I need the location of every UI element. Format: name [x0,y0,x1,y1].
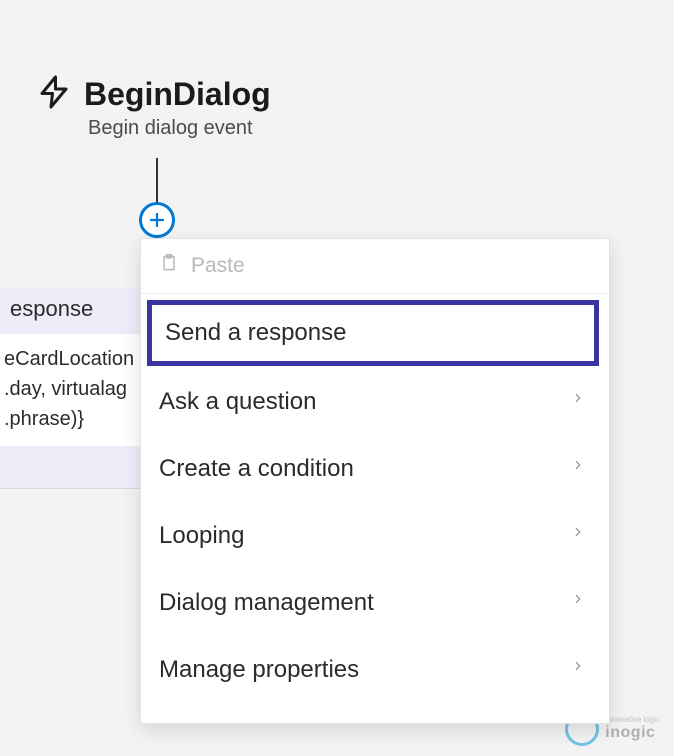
card-body: eCardLocation .day, virtualag .phrase)} [0,334,140,446]
card-header: esponse [10,296,130,322]
trigger-subtitle: Begin dialog event [88,117,271,140]
menu-item-dialog-management[interactable]: Dialog management [141,569,609,636]
chevron-right-icon [571,655,585,684]
action-menu-popup: Paste Send a response Ask a question Creat… [140,238,610,724]
menu-item-looping[interactable]: Looping [141,502,609,569]
menu-item-label: Looping [159,522,244,550]
response-card[interactable]: esponse eCardLocation .day, virtualag .p… [0,288,140,489]
add-node-button[interactable] [139,202,175,238]
menu-item-send-a-response[interactable]: Send a response [147,300,599,366]
paste-menu-item: Paste [141,239,609,294]
menu-item-label: Send a response [165,319,346,347]
menu-item-create-a-condition[interactable]: Create a condition [141,435,609,502]
menu-item-label: Ask a question [159,388,316,416]
paste-label: Paste [191,254,245,278]
trigger-title: BeginDialog [84,76,271,113]
paste-icon [159,253,179,279]
menu-item-label: Create a condition [159,455,354,483]
trigger-block: BeginDialog Begin dialog event [36,74,271,140]
chevron-right-icon [571,521,585,550]
chevron-right-icon [571,387,585,416]
lightning-icon [36,74,72,115]
menu-item-label: Dialog management [159,589,374,617]
chevron-right-icon [571,588,585,617]
menu-item-manage-properties[interactable]: Manage properties [141,636,609,703]
chevron-right-icon [571,454,585,483]
connector-line [156,158,158,204]
menu-item-ask-a-question[interactable]: Ask a question [141,368,609,435]
menu-item-label: Manage properties [159,656,359,684]
